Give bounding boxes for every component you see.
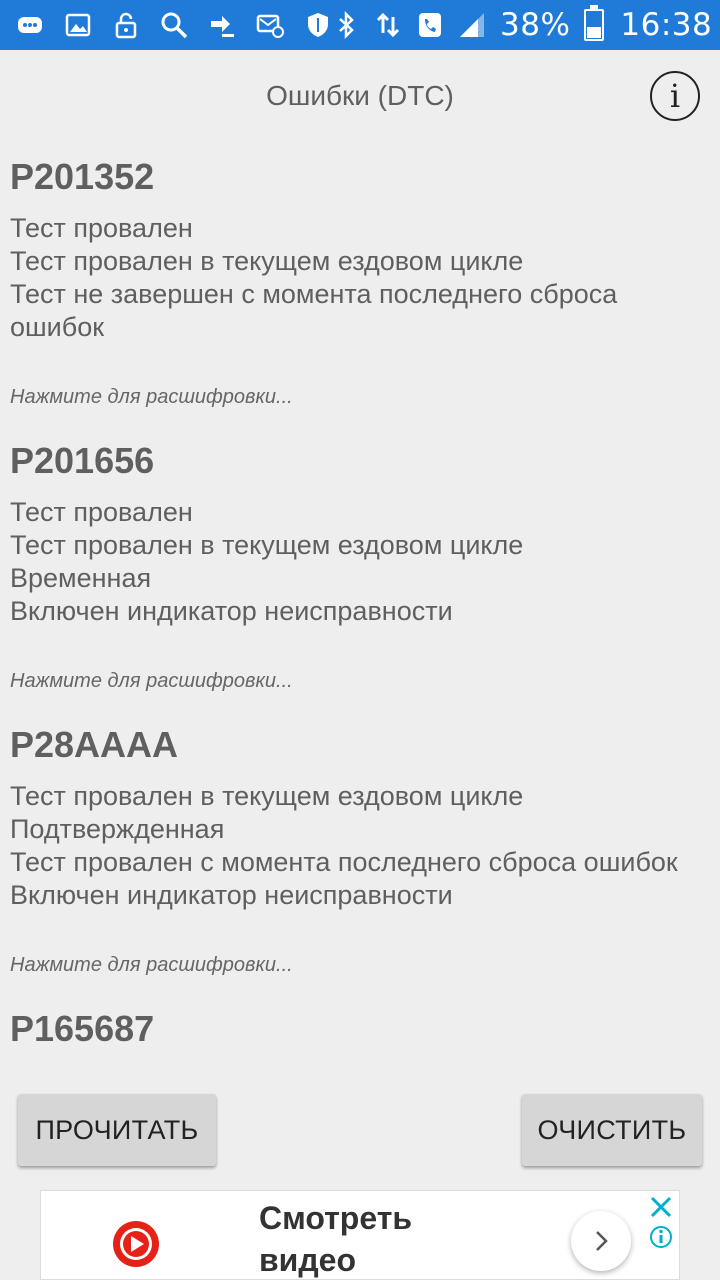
ad-text[interactable]: Смотреть видео <box>259 1197 459 1280</box>
decode-hint[interactable]: Нажмите для расшифровки... <box>10 954 710 994</box>
ad-arrow-button[interactable] <box>571 1211 631 1271</box>
error-code: P28AAAA <box>10 724 179 765</box>
battery-percent: 38% <box>500 7 571 43</box>
error-status-lines: Тест провален Тест провален в текущем езд… <box>10 496 710 628</box>
notification-icons <box>16 11 332 39</box>
search-icon <box>160 11 188 39</box>
download-icon <box>208 11 236 39</box>
error-item[interactable]: P201656 Тест провален Тест провален в теку… <box>0 426 720 710</box>
clock: 16:38 <box>620 7 713 43</box>
error-status-line: Включен индикатор неисправности <box>10 880 453 910</box>
info-button[interactable]: i <box>650 71 700 121</box>
youtube-logo-icon <box>113 1221 159 1267</box>
close-icon[interactable] <box>649 1195 673 1219</box>
ad-info-icon[interactable] <box>649 1225 673 1249</box>
read-button[interactable]: ПРОЧИТАТЬ <box>18 1094 216 1166</box>
error-status-line: Включен индикатор неисправности <box>10 596 453 626</box>
clear-button[interactable]: ОЧИСТИТЬ <box>522 1094 702 1166</box>
bluetooth-icon <box>332 11 360 39</box>
info-icon: i <box>669 77 681 115</box>
error-code: P165687 <box>10 1008 155 1049</box>
gallery-icon <box>64 11 92 39</box>
ad-banner[interactable]: Смотреть видео <box>40 1190 680 1280</box>
error-item[interactable]: P165687 <box>0 994 720 1064</box>
error-item[interactable]: P28AAAA Тест провален в текущем ездовом ц… <box>0 710 720 994</box>
error-code: P201656 <box>10 440 155 481</box>
error-status-line: Подтвержденная <box>10 814 225 844</box>
chevron-right-icon <box>596 1231 608 1251</box>
signal-icon <box>458 11 486 39</box>
decode-hint[interactable]: Нажмите для расшифровки... <box>10 670 710 710</box>
data-arrows-icon <box>374 11 402 39</box>
error-status-line: Тест не завершен с момента последнего сб… <box>10 279 618 342</box>
decode-hint[interactable]: Нажмите для расшифровки... <box>10 386 710 426</box>
page-title: Ошибки (DTC) <box>266 80 454 111</box>
error-status-line: Тест провален с момента последнего сброс… <box>10 847 678 877</box>
system-icons: 38% 16:38 <box>332 5 713 43</box>
error-status-lines: Тест провален Тест провален в текущем езд… <box>10 212 710 344</box>
lock-icon <box>112 11 140 39</box>
error-status-lines: Тест провален в текущем ездовом цикле Под… <box>10 780 710 912</box>
error-item[interactable]: P201352 Тест провален Тест провален в теку… <box>0 142 720 426</box>
error-status-line: Тест провален в текущем ездовом цикле <box>10 781 524 811</box>
error-status-line: Тест провален <box>10 497 193 527</box>
error-status-line: Тест провален в текущем ездовом цикле <box>10 530 524 560</box>
error-list[interactable]: P201352 Тест провален Тест провален в теку… <box>0 142 720 1082</box>
battery-icon <box>584 5 605 41</box>
battery-level <box>587 27 602 38</box>
header: Ошибки (DTC) i <box>0 50 720 142</box>
error-status-line: Тест провален в текущем ездовом цикле <box>10 246 524 276</box>
error-status-line: Тест провален <box>10 213 193 243</box>
error-status-line: Временная <box>10 563 152 593</box>
status-bar: 38% 16:38 <box>0 0 720 50</box>
shield-icon <box>304 11 332 39</box>
error-code: P201352 <box>10 156 155 197</box>
email-icon <box>256 11 284 39</box>
phone-icon <box>416 11 444 39</box>
messages-icon <box>16 11 44 39</box>
